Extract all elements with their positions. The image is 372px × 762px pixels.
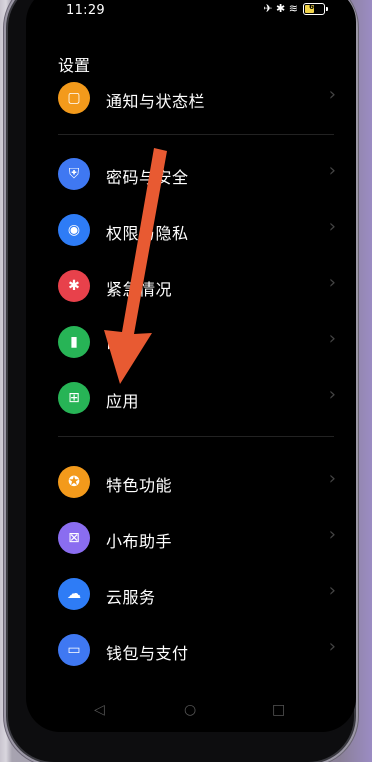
home-icon[interactable]: ○ [184,702,196,718]
navigation-bar: ◁ ○ □ [26,692,356,732]
phone-frame: 11:29 ✈ ✱ ≋ 62 设置 ▢ 通知与状态栏 › ⛨ 密码与安全 › ◉… [8,0,356,762]
annotation-arrow-icon [104,148,167,384]
back-icon[interactable]: ◁ [94,702,105,718]
recents-icon[interactable]: □ [272,702,285,718]
phone-screen: 11:29 ✈ ✱ ≋ 62 设置 ▢ 通知与状态栏 › ⛨ 密码与安全 › ◉… [26,0,356,732]
